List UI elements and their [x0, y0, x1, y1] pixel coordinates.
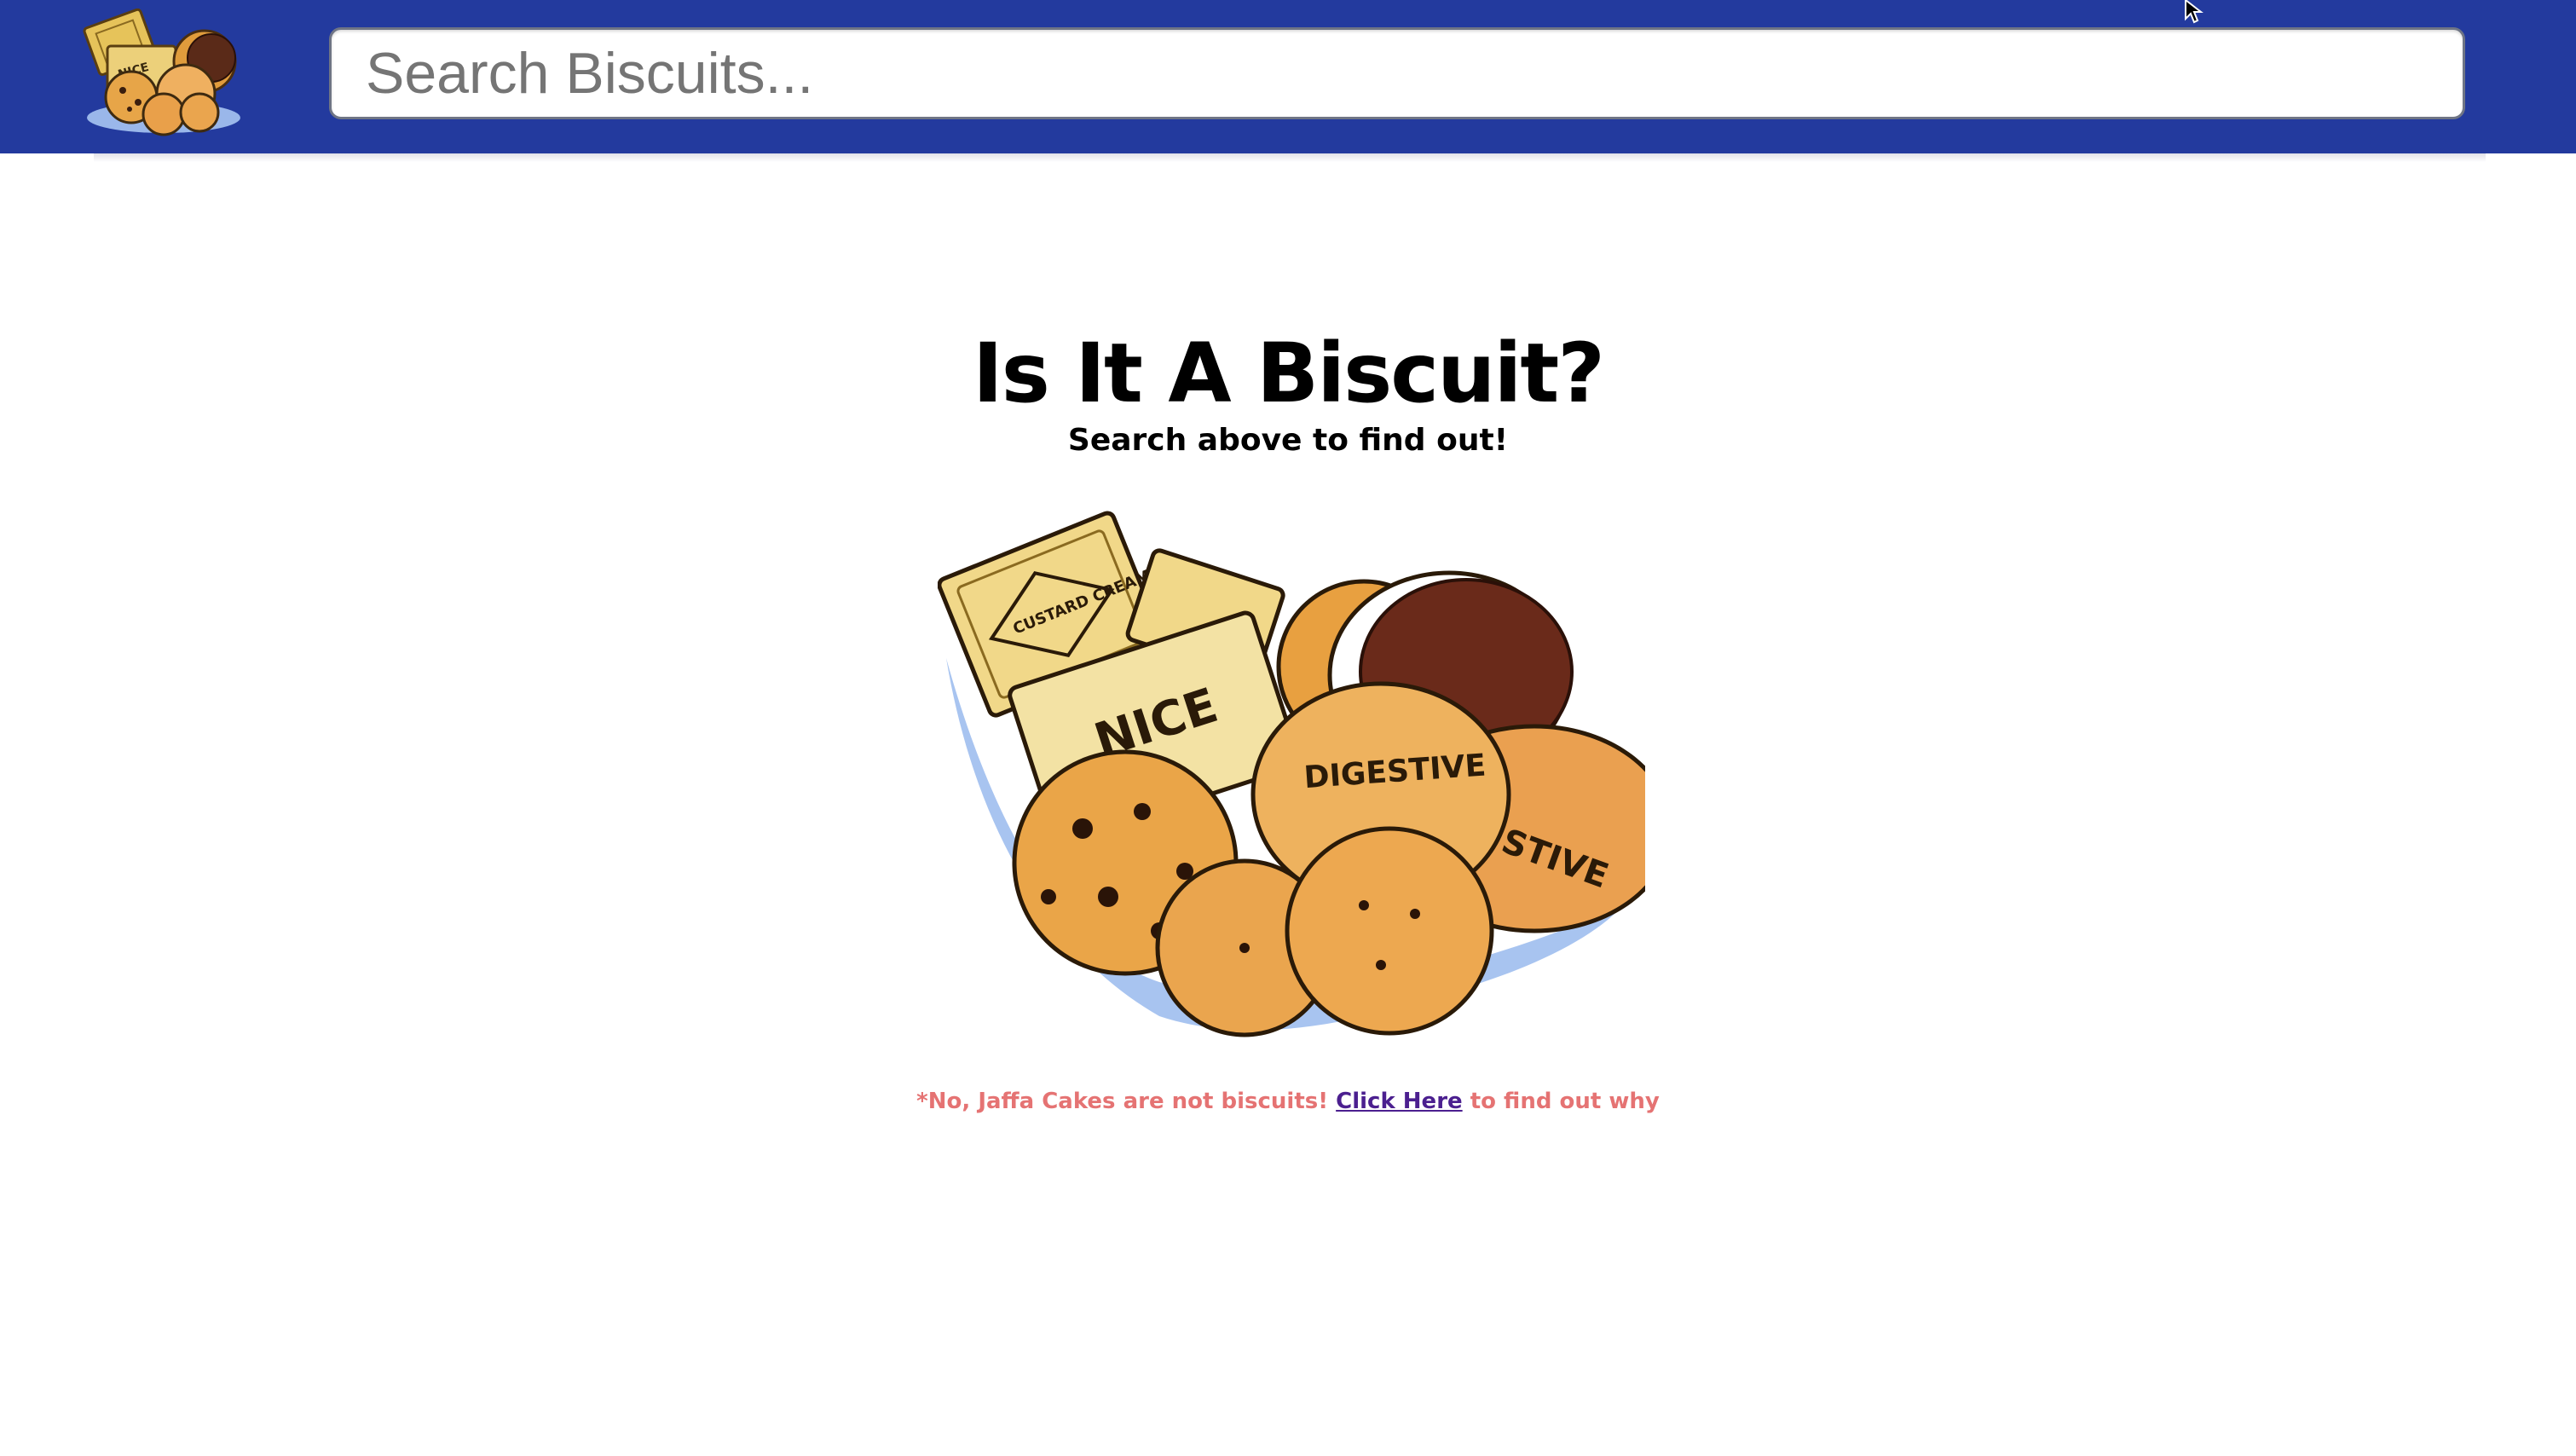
jaffa-cakes-footnote: *No, Jaffa Cakes are not biscuits! Click… — [0, 1084, 2576, 1118]
footnote-suffix: to find out why — [1462, 1089, 1660, 1114]
biscuit-logo-icon[interactable]: NICE — [78, 9, 245, 136]
header-shadow — [94, 153, 2486, 162]
biscuit-pile-illustration-icon: CUSTARD CREAMS NICE STIVE DIGESTIVE — [938, 511, 1645, 1037]
mouse-cursor-icon — [2185, 0, 2203, 24]
search-input[interactable] — [329, 27, 2465, 119]
page-subtitle: Search above to find out! — [1067, 423, 1509, 458]
page-title: Is It A Biscuit? — [973, 326, 1605, 421]
click-here-link[interactable]: Click Here — [1336, 1089, 1463, 1114]
footnote-text: *No, Jaffa Cakes are not biscuits! — [916, 1089, 1337, 1114]
